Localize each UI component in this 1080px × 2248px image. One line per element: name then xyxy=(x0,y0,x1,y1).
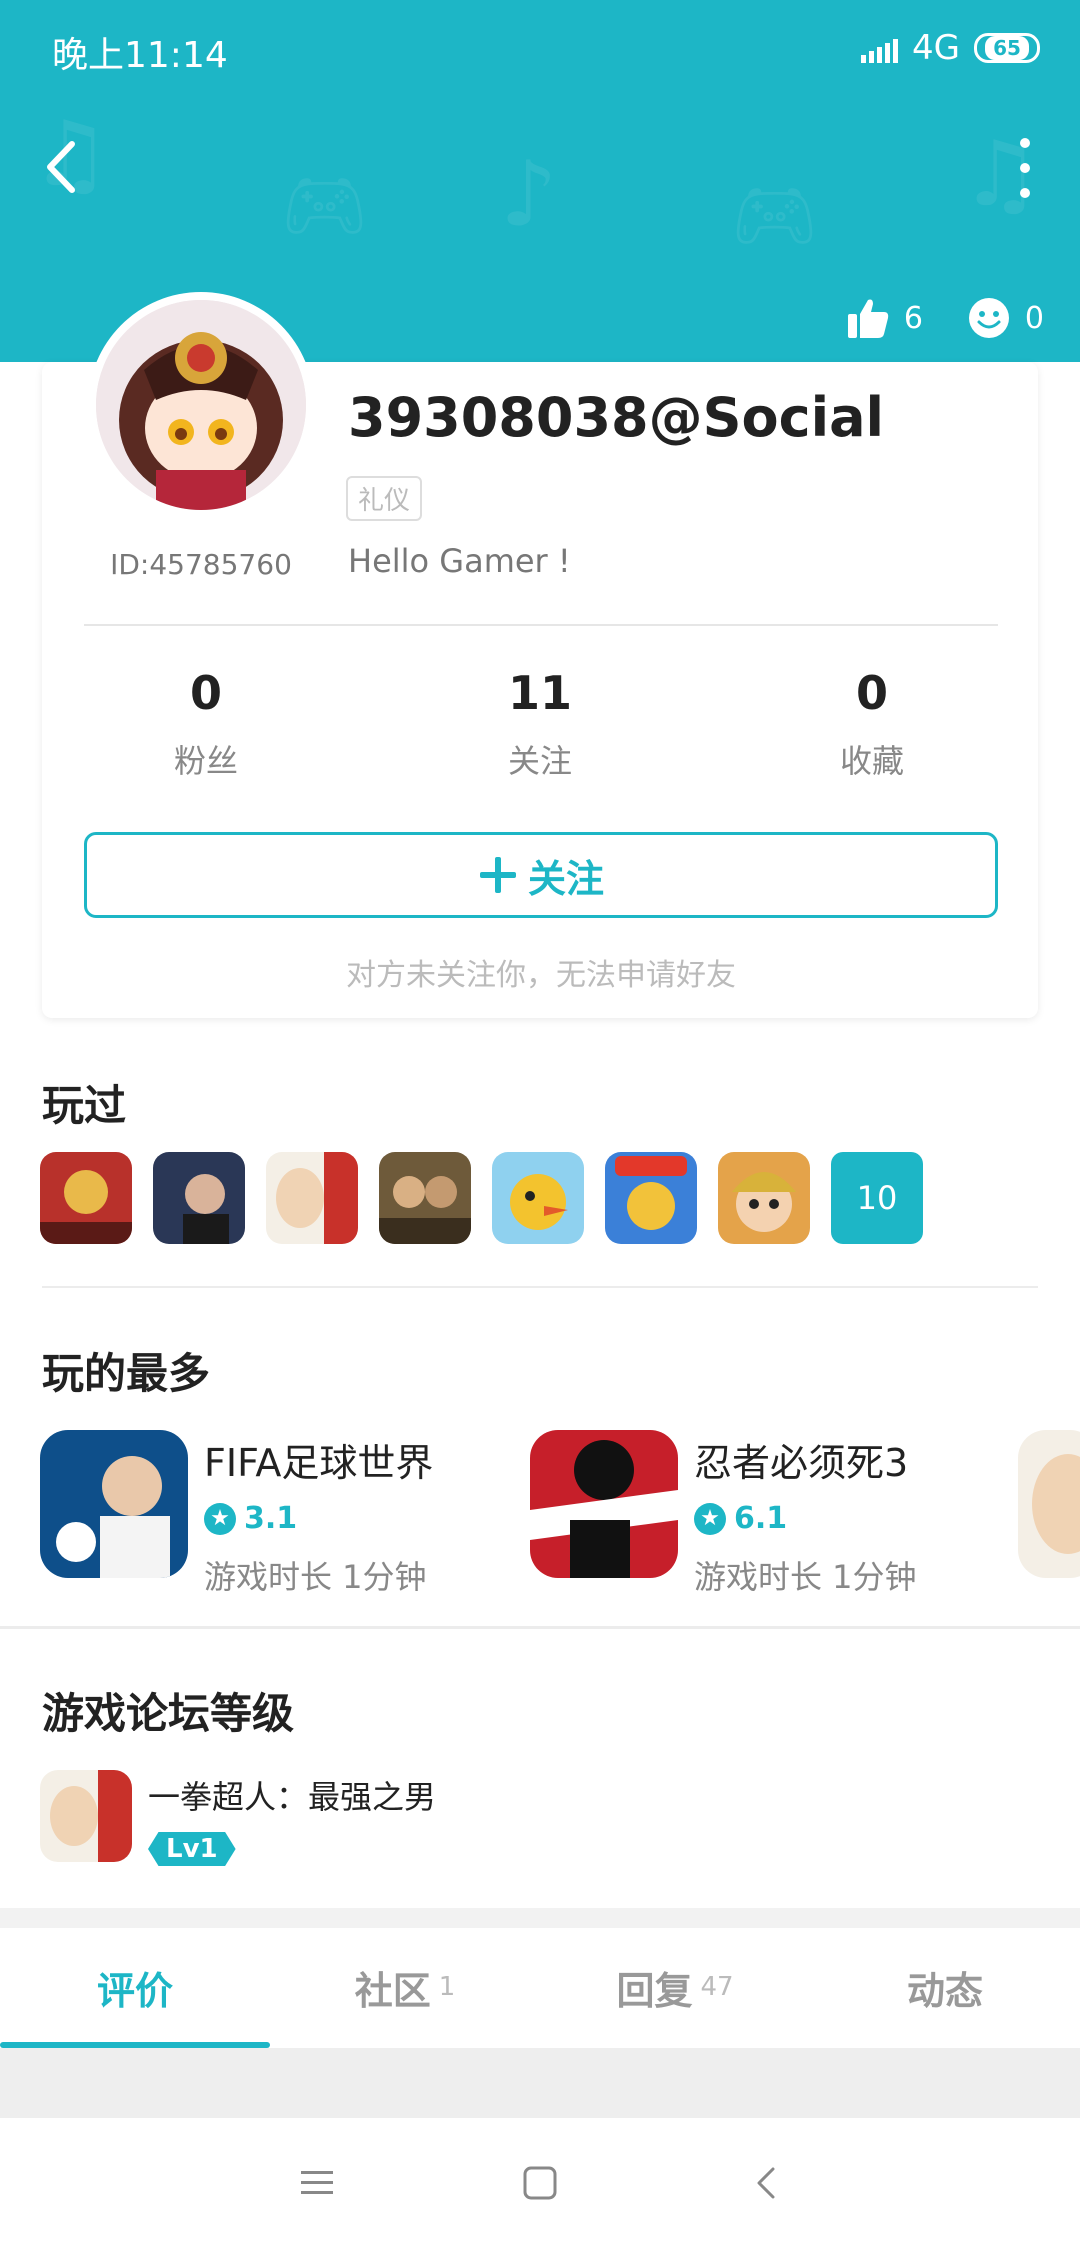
play-time: 游戏时长 1分钟 xyxy=(694,1558,917,1596)
most-played-info: FIFA足球世界 ★ 3.1 游戏时长 1分钟 xyxy=(204,1430,433,1598)
stat-value: 0 xyxy=(855,666,888,720)
stat-following[interactable]: 11 关注 xyxy=(440,666,640,782)
stat-value: 11 xyxy=(507,666,572,720)
user-tag: 礼仪 xyxy=(346,476,423,521)
more-options-button[interactable] xyxy=(1010,138,1040,198)
square-icon xyxy=(523,2166,557,2200)
tab-label: 评价 xyxy=(96,1968,173,2013)
stat-label: 关注 xyxy=(507,742,572,780)
music-note-decoration: ♪ xyxy=(500,142,558,247)
tab-community[interactable]: 社区 1 xyxy=(270,1928,540,2046)
status-indicators: 4G 65 xyxy=(861,28,1040,68)
stat-label: 粉丝 xyxy=(173,742,238,780)
card-divider xyxy=(84,624,998,626)
star-icon: ★ xyxy=(204,1502,236,1535)
status-time: 晚上11:14 xyxy=(52,35,228,76)
most-played-info: 忍者必须死3 ★ 6.1 游戏时长 1分钟 xyxy=(694,1430,917,1598)
game-name: 忍者必须死3 xyxy=(694,1441,909,1485)
user-id: ID:45785760 xyxy=(110,548,292,581)
battery-icon: 65 xyxy=(974,33,1040,63)
one-punch-game-icon xyxy=(40,1770,132,1862)
section-gap xyxy=(0,1908,1080,1928)
dot-icon xyxy=(1020,138,1030,148)
partial-game-icon[interactable] xyxy=(1018,1430,1080,1578)
tab-replies[interactable]: 回复 47 xyxy=(540,1928,810,2046)
chevron-left-icon xyxy=(47,141,75,193)
avatar-image xyxy=(96,300,306,510)
tab-activity[interactable]: 动态 xyxy=(810,1928,1080,2046)
like-stat[interactable]: 6 xyxy=(846,296,923,340)
ninja-game-icon xyxy=(530,1430,678,1578)
smile-stat[interactable]: 0 xyxy=(967,296,1044,340)
game-icon-1[interactable] xyxy=(40,1152,132,1244)
star-icon: ★ xyxy=(694,1502,726,1535)
tab-label: 社区 xyxy=(354,1968,431,2013)
game-icon-5[interactable] xyxy=(492,1152,584,1244)
tab-label: 动态 xyxy=(906,1968,983,2013)
battery-level: 65 xyxy=(985,36,1029,60)
fifa-game-icon xyxy=(40,1430,188,1578)
play-time: 游戏时长 1分钟 xyxy=(204,1558,427,1596)
profile-tabs: 评价 社区 1 回复 47 动态 xyxy=(0,1928,1080,2046)
username: 39308038@Social xyxy=(348,386,885,449)
follow-label: 关注 xyxy=(527,856,604,901)
forum-level-info: 一拳超人：最强之男 Lv1 xyxy=(148,1770,436,1866)
game-icon-7[interactable] xyxy=(718,1152,810,1244)
stat-value: 0 xyxy=(189,666,222,720)
smile-count: 0 xyxy=(1024,300,1044,336)
like-count: 6 xyxy=(903,300,923,336)
back-nav-button[interactable] xyxy=(732,2148,802,2218)
back-button[interactable] xyxy=(38,132,88,202)
game-icon-2[interactable] xyxy=(153,1152,245,1244)
signal-icon xyxy=(861,33,899,63)
played-games-list: 10 xyxy=(40,1152,923,1244)
game-icon-6[interactable] xyxy=(605,1152,697,1244)
forum-game-name: 一拳超人：最强之男 xyxy=(148,1778,437,1816)
plus-icon xyxy=(479,857,516,893)
chevron-left-icon xyxy=(757,2167,775,2199)
header-reactions: 6 0 xyxy=(802,296,1044,340)
dot-icon xyxy=(1020,188,1030,198)
stat-fans[interactable]: 0 粉丝 xyxy=(106,666,306,782)
avatar[interactable] xyxy=(88,292,314,518)
game-score: ★ 6.1 xyxy=(694,1501,917,1536)
thumbs-up-icon xyxy=(847,299,888,338)
game-name: FIFA足球世界 xyxy=(204,1441,434,1485)
section-divider xyxy=(42,1286,1038,1288)
forum-level-item[interactable]: 一拳超人：最强之男 Lv1 xyxy=(40,1770,436,1866)
smile-icon xyxy=(968,298,1009,338)
dot-icon xyxy=(1020,163,1030,173)
game-icon-3[interactable] xyxy=(266,1152,358,1244)
tab-content-area xyxy=(0,2048,1080,2118)
gamepad-decoration: 🎮︎ xyxy=(730,174,819,256)
most-played-title: 玩的最多 xyxy=(42,1349,211,1398)
score-value: 3.1 xyxy=(244,1501,298,1536)
forum-level-title: 游戏论坛等级 xyxy=(42,1689,295,1738)
tab-count: 1 xyxy=(438,1972,456,2002)
stat-favorites[interactable]: 0 收藏 xyxy=(772,666,972,782)
level-badge: Lv1 xyxy=(148,1832,236,1866)
gamepad-decoration: 🎮︎ xyxy=(280,164,369,246)
status-bar: 晚上11:14 4G 65 xyxy=(0,0,1080,96)
menu-icon xyxy=(301,2171,333,2194)
most-played-item[interactable]: FIFA足球世界 ★ 3.1 游戏时长 1分钟 xyxy=(40,1430,433,1598)
network-type: 4G xyxy=(912,28,960,68)
played-title: 玩过 xyxy=(42,1081,127,1130)
game-score: ★ 3.1 xyxy=(204,1501,433,1536)
follow-button[interactable]: 关注 xyxy=(84,832,998,918)
user-bio: Hello Gamer ! xyxy=(348,542,571,580)
game-icon-4[interactable] xyxy=(379,1152,471,1244)
tab-label: 回复 xyxy=(616,1968,693,2013)
tab-reviews[interactable]: 评价 xyxy=(0,1928,270,2046)
system-nav-bar xyxy=(0,2118,1080,2248)
tab-count: 47 xyxy=(700,1972,734,2002)
more-games-button[interactable]: 10 xyxy=(831,1152,923,1244)
most-played-item[interactable]: 忍者必须死3 ★ 6.1 游戏时长 1分钟 xyxy=(530,1430,917,1598)
section-divider xyxy=(0,1626,1080,1629)
stat-label: 收藏 xyxy=(839,742,904,780)
home-button[interactable] xyxy=(505,2148,575,2218)
menu-button[interactable] xyxy=(282,2148,352,2218)
follow-hint: 对方未关注你，无法申请好友 xyxy=(346,958,736,993)
score-value: 6.1 xyxy=(734,1501,788,1536)
